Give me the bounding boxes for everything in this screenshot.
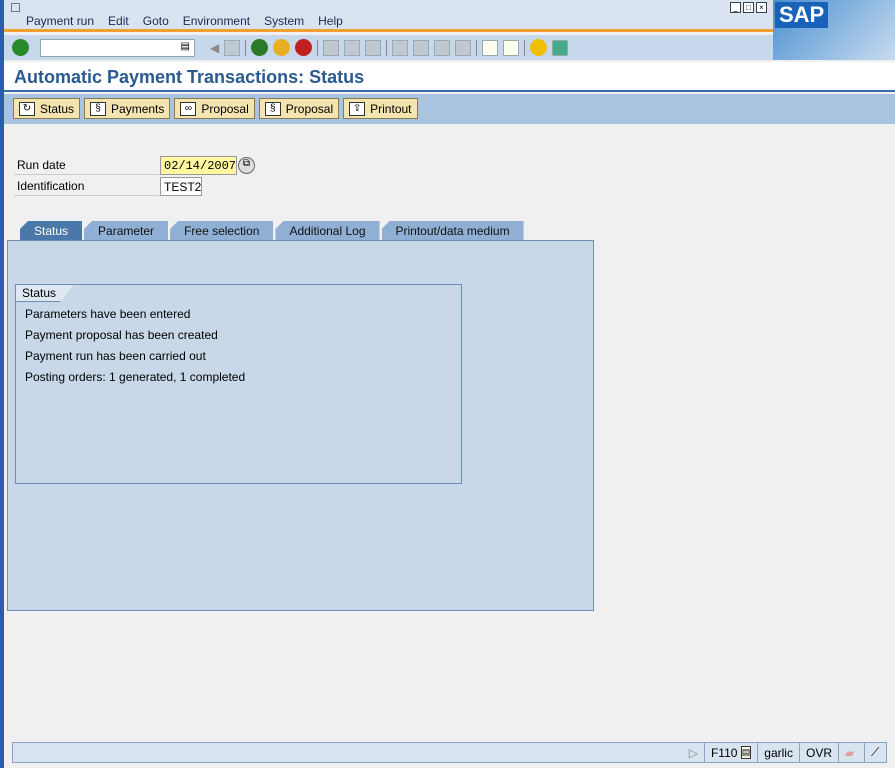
value-help-icon[interactable]: ⧉ bbox=[238, 157, 255, 174]
print-icon bbox=[323, 40, 339, 56]
last-page-icon bbox=[455, 40, 471, 56]
run-date-label: Run date bbox=[14, 155, 159, 175]
menu-goto[interactable]: Goto bbox=[143, 14, 169, 28]
command-field[interactable]: ▤ bbox=[40, 39, 195, 57]
standard-toolbar: ▤ ◀ bbox=[4, 35, 773, 60]
identification-label: Identification bbox=[14, 176, 159, 196]
tab-status[interactable]: Status bbox=[20, 221, 82, 240]
sap-logo-text: SAP bbox=[775, 2, 828, 28]
find-next-icon bbox=[365, 40, 381, 56]
status-line: Payment proposal has been created bbox=[25, 328, 218, 342]
scroll-icon: § bbox=[90, 102, 106, 116]
run-date-field[interactable]: 02/14/2007 bbox=[160, 156, 237, 175]
page-title: Automatic Payment Transactions: Status bbox=[14, 67, 895, 88]
window-menu-icon[interactable]: ☐ bbox=[10, 1, 21, 15]
tab-additional-log[interactable]: Additional Log bbox=[275, 221, 379, 240]
identification-field[interactable]: TEST2 bbox=[160, 177, 202, 196]
button-label: Proposal bbox=[286, 102, 333, 116]
expand-status-icon[interactable]: ▷ bbox=[683, 743, 704, 762]
status-line: Posting orders: 1 generated, 1 completed bbox=[25, 370, 245, 384]
glasses-icon: ∞ bbox=[180, 102, 196, 116]
tab-parameter[interactable]: Parameter bbox=[84, 221, 168, 240]
button-label: Payments bbox=[111, 102, 164, 116]
button-label: Status bbox=[40, 102, 74, 116]
system-info-icon[interactable]: ▤ bbox=[741, 746, 752, 759]
tab-printout-data-medium[interactable]: Printout/data medium bbox=[382, 221, 524, 240]
refresh-icon: ↻ bbox=[19, 102, 35, 116]
transaction-code: F110 ▤ bbox=[704, 743, 757, 762]
back-arrow-icon: ◀ bbox=[210, 41, 219, 55]
menu-payment-run[interactable]: Payment run bbox=[26, 14, 94, 28]
button-label: Proposal bbox=[201, 102, 248, 116]
minimize-icon[interactable]: _ bbox=[730, 2, 741, 13]
status-group: Status Parameters have been entered Paym… bbox=[15, 284, 462, 484]
close-icon[interactable]: × bbox=[756, 2, 767, 13]
tab-panel: Status Parameters have been entered Paym… bbox=[7, 240, 594, 611]
status-button[interactable]: ↻ Status bbox=[13, 98, 80, 119]
layout-menu-icon[interactable] bbox=[552, 40, 568, 56]
printout-button[interactable]: ⇪ Printout bbox=[343, 98, 417, 119]
next-page-icon bbox=[434, 40, 450, 56]
exit-icon[interactable] bbox=[273, 39, 290, 56]
tab-strip: Status Parameter Free selection Addition… bbox=[20, 221, 524, 240]
command-dropdown-icon[interactable]: ▤ bbox=[181, 41, 190, 52]
server-name: garlic bbox=[757, 743, 799, 762]
menu-bar: ☐ Payment run Edit Goto Environment Syst… bbox=[4, 0, 895, 32]
transaction-code-text: F110 bbox=[711, 746, 737, 760]
status-line: Parameters have been entered bbox=[25, 307, 190, 321]
insert-mode[interactable]: OVR bbox=[799, 743, 838, 762]
title-bar: Automatic Payment Transactions: Status bbox=[4, 62, 895, 92]
print-icon: ⇪ bbox=[349, 102, 365, 116]
cancel-icon[interactable] bbox=[295, 39, 312, 56]
status-group-title: Status bbox=[16, 285, 74, 302]
lock-icon: ▰ bbox=[838, 743, 864, 762]
payments-button[interactable]: § Payments bbox=[84, 98, 170, 119]
scroll-icon: § bbox=[265, 102, 281, 116]
first-page-icon bbox=[392, 40, 408, 56]
menu-edit[interactable]: Edit bbox=[108, 14, 129, 28]
back-icon[interactable] bbox=[251, 39, 268, 56]
menu-system[interactable]: System bbox=[264, 14, 304, 28]
maximize-icon[interactable]: □ bbox=[743, 2, 754, 13]
application-toolbar: ↻ Status § Payments ∞ Proposal § Proposal ⇪ P… bbox=[4, 94, 895, 124]
sap-logo: SAP bbox=[773, 0, 895, 60]
tab-free-selection[interactable]: Free selection bbox=[170, 221, 273, 240]
enter-icon[interactable] bbox=[12, 39, 29, 56]
save-icon bbox=[224, 40, 240, 56]
shortcut-icon[interactable] bbox=[503, 40, 519, 56]
find-icon bbox=[344, 40, 360, 56]
status-line: Payment run has been carried out bbox=[25, 349, 206, 363]
new-session-icon[interactable] bbox=[482, 40, 498, 56]
menu-environment[interactable]: Environment bbox=[183, 14, 250, 28]
proposal-button[interactable]: § Proposal bbox=[259, 98, 339, 119]
status-bar: ▷ F110 ▤ garlic OVR ▰ ⟋ bbox=[12, 742, 887, 763]
button-label: Printout bbox=[370, 102, 411, 116]
prev-page-icon bbox=[413, 40, 429, 56]
help-icon[interactable] bbox=[530, 39, 547, 56]
display-proposal-button[interactable]: ∞ Proposal bbox=[174, 98, 254, 119]
menu-help[interactable]: Help bbox=[318, 14, 343, 28]
resize-grip-icon[interactable]: ⟋ bbox=[864, 743, 886, 762]
